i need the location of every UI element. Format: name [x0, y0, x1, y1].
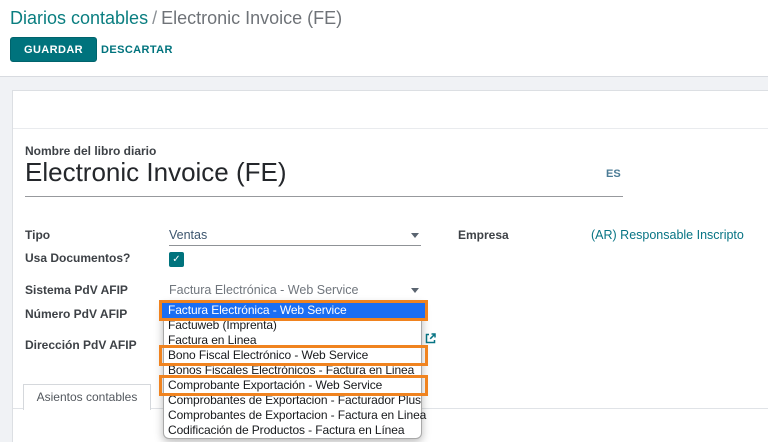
journal-name-label: Nombre del libro diario	[25, 144, 156, 158]
journal-name-underline	[25, 196, 623, 197]
dropdown-option[interactable]: Comprobantes de Exportacion - Factura en…	[164, 408, 421, 423]
journal-name-input[interactable]: Electronic Invoice (FE)	[25, 157, 287, 188]
tipo-underline	[169, 245, 421, 246]
dropdown-option[interactable]: Factuweb (Imprenta)	[164, 318, 421, 333]
empresa-link[interactable]: (AR) Responsable Inscripto	[591, 228, 744, 242]
dropdown-option[interactable]: Codificación de Productos - Factura en L…	[164, 423, 421, 438]
external-link-icon[interactable]	[424, 332, 437, 350]
usa-documentos-checkbox[interactable]: ✓	[169, 252, 184, 267]
translation-badge[interactable]: ES	[606, 168, 621, 180]
caret-down-icon[interactable]	[411, 288, 419, 293]
direccion-pdv-label: Dirección PdV AFIP	[25, 338, 137, 352]
sistema-pdv-select[interactable]: Factura Electrónica - Web Service	[169, 283, 358, 297]
numero-pdv-label: Número PdV AFIP	[25, 307, 127, 321]
tipo-select[interactable]: Ventas	[169, 228, 207, 242]
dropdown-option[interactable]: Factura en Linea	[164, 333, 421, 348]
breadcrumb-parent[interactable]: Diarios contables	[10, 8, 148, 28]
tipo-label: Tipo	[25, 228, 50, 242]
caret-down-icon[interactable]	[411, 233, 419, 238]
sistema-pdv-label: Sistema PdV AFIP	[25, 283, 128, 297]
save-button[interactable]: GUARDAR	[10, 37, 97, 62]
form-statusbar	[13, 91, 768, 129]
tab-asientos-contables[interactable]: Asientos contables	[23, 384, 151, 410]
empresa-label: Empresa	[458, 228, 509, 242]
usa-documentos-label: Usa Documentos?	[25, 251, 130, 265]
breadcrumb: Diarios contables/Electronic Invoice (FE…	[10, 8, 342, 29]
dropdown-option[interactable]: Bono Fiscal Electrónico - Web Service	[162, 348, 425, 363]
breadcrumb-separator: /	[148, 8, 161, 28]
sistema-pdv-dropdown: Factura Electrónica - Web Service Factuw…	[163, 302, 422, 439]
dropdown-option[interactable]: Comprobantes de Exportacion - Facturador…	[164, 393, 421, 408]
dropdown-option[interactable]: Comprobante Exportación - Web Service	[162, 378, 425, 393]
discard-button[interactable]: DESCARTAR	[93, 37, 181, 62]
control-panel: Diarios contables/Electronic Invoice (FE…	[0, 0, 768, 77]
checkmark-icon: ✓	[172, 254, 180, 265]
odoo-journal-form-screen: Diarios contables/Electronic Invoice (FE…	[0, 0, 768, 442]
breadcrumb-current: Electronic Invoice (FE)	[161, 8, 342, 28]
dropdown-option[interactable]: Factura Electrónica - Web Service	[162, 303, 425, 318]
dropdown-option[interactable]: Bonos Fiscales Electrónicos - Factura en…	[164, 363, 421, 378]
